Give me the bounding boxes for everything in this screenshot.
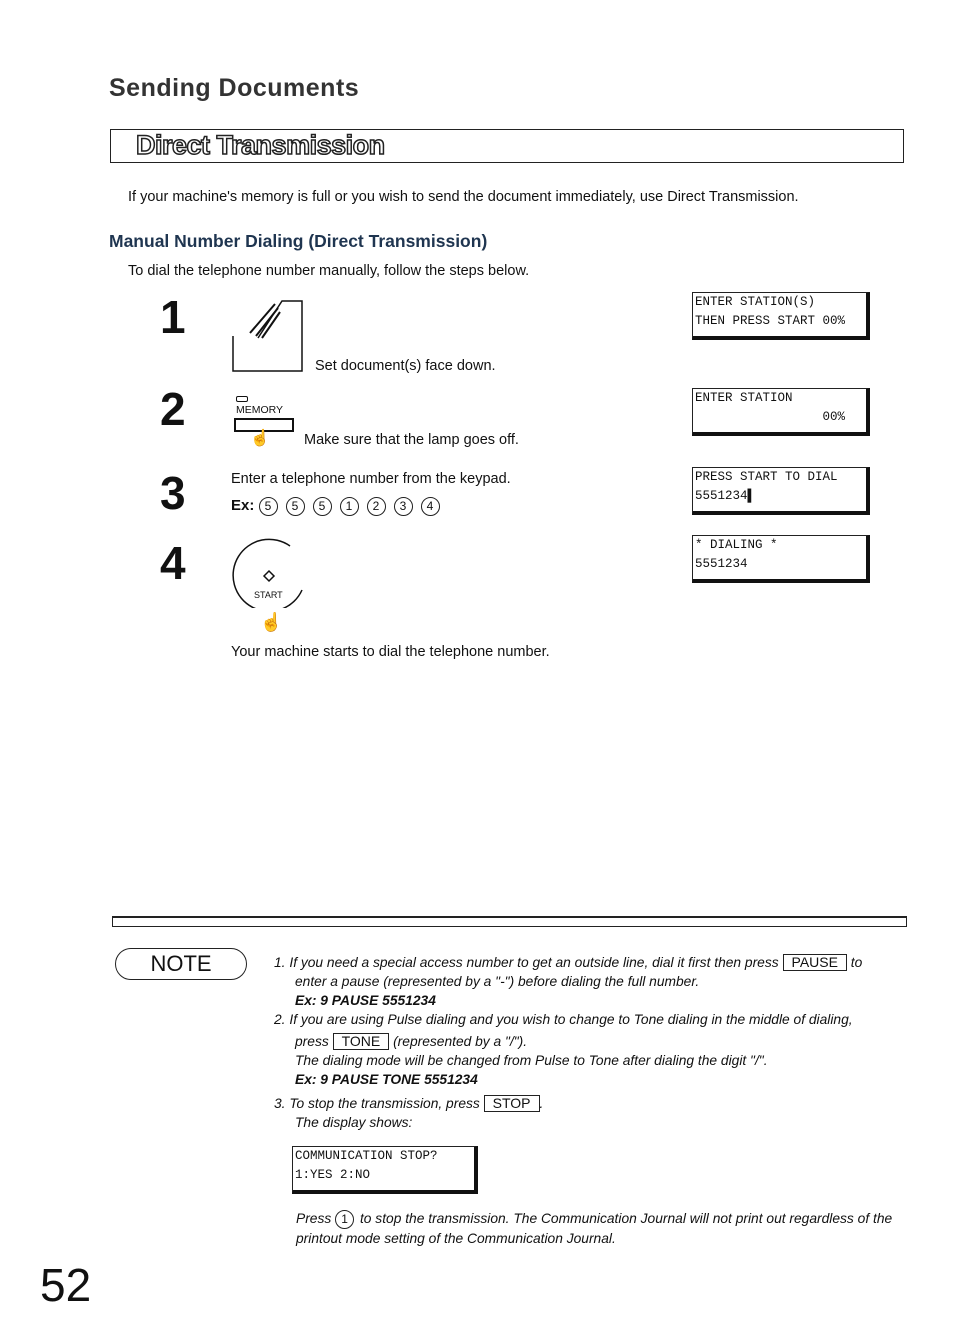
start-key-label: START [254,590,283,600]
step-text: Set document(s) face down. [315,358,496,374]
lcd-line: 5551234▌ [695,489,756,503]
note-divider [112,916,907,927]
step-text: Enter a telephone number from the keypad… [231,471,511,487]
note-text: The display shows: [295,1115,413,1130]
subsection-title: Manual Number Dialing (Direct Transmissi… [109,231,488,251]
pause-key: PAUSE [782,954,847,971]
step-number: 1 [160,291,186,343]
lcd-line: 00% [695,410,846,424]
note-item-3-tail: Press 1 to stop the transmission. The Co… [296,1209,916,1248]
note-example: Ex: 9 PAUSE 5551234 [295,993,436,1008]
item-number: 2. [274,1012,286,1027]
note-label: NOTE [115,948,247,980]
note-text: press [295,1034,329,1049]
subsection-lead: To dial the telephone number manually, f… [128,263,530,279]
lcd-display: COMMUNICATION STOP? 1:YES 2:NO [292,1146,478,1194]
section-title: Sending Documents [109,74,360,102]
note-text: If you are using Pulse dialing and you w… [289,1012,853,1027]
item-number: 3. [274,1096,286,1111]
item-number: 1. [274,955,286,970]
example-prefix: Ex: [231,497,255,514]
lcd-line: * DIALING * [695,538,778,552]
step-text: Your machine starts to dial the telephon… [231,644,550,660]
note-text: Press [296,1211,332,1226]
lcd-line: 1:YES 2:NO [295,1168,371,1182]
note-item: 3. To stop the transmission, press STOP. [274,1094,914,1113]
note-text: (represented by a "/"). [393,1034,528,1049]
note-text: To stop the transmission, press [289,1096,480,1111]
lcd-line: COMMUNICATION STOP? [295,1149,438,1163]
step-number: 4 [160,537,186,589]
lcd-line: 5551234 [695,557,748,571]
digit-key: 5 [285,497,305,516]
lcd-line: THEN PRESS START 00% [695,314,846,328]
manual-page: Sending Documents Direct Transmission If… [0,0,954,1332]
digit-key: 1 [339,497,359,516]
digit-key: 5 [258,497,278,516]
lcd-line: ENTER STATION(S) [695,295,816,309]
tone-key: TONE [332,1033,390,1050]
note-example: Ex: 9 PAUSE TONE 5551234 [295,1072,478,1087]
finger-press-icon: ☝ [250,430,270,447]
lcd-line: PRESS START TO DIAL [695,470,838,484]
document-icon [232,300,303,372]
digit-key: 1 [335,1210,355,1229]
lamp-icon [236,396,248,402]
note-item: 1. If you need a special access number t… [274,953,914,972]
lcd-display: ENTER STATION(S) THEN PRESS START 00% [692,292,870,340]
example-digits: Ex: 5551234 [231,497,448,516]
banner-title: Direct Transmission [135,129,386,161]
note-text: The dialing mode will be changed from Pu… [295,1053,768,1068]
digit-key: 4 [420,497,440,516]
lcd-line: ENTER STATION [695,391,793,405]
note-text: to stop the transmission. The Communicat… [296,1211,893,1246]
digit-key: 5 [312,497,332,516]
note-text: If you need a special access number to g… [289,955,779,970]
step-number: 3 [160,467,186,519]
step-number: 2 [160,383,186,435]
digit-key: 2 [366,497,386,516]
note-text: to [850,955,863,970]
note-item: 2. If you are using Pulse dialing and yo… [274,1010,914,1029]
note-text: . [539,1096,544,1111]
note-text: enter a pause (represented by a "-") bef… [295,974,700,989]
stop-key: STOP [483,1095,540,1112]
intro-text: If your machine's memory is full or you … [128,189,799,205]
lcd-display: ENTER STATION 00% [692,388,870,436]
digit-key: 3 [393,497,413,516]
finger-press-icon: ☝ [260,612,283,632]
lcd-display: PRESS START TO DIAL 5551234▌ [692,467,870,515]
step-text: Make sure that the lamp goes off. [304,432,519,448]
lcd-display: * DIALING * 5551234 [692,535,870,583]
memory-key-label: MEMORY [236,404,284,416]
page-number: 52 [40,1259,92,1311]
note-list: 1. If you need a special access number t… [274,953,914,1132]
